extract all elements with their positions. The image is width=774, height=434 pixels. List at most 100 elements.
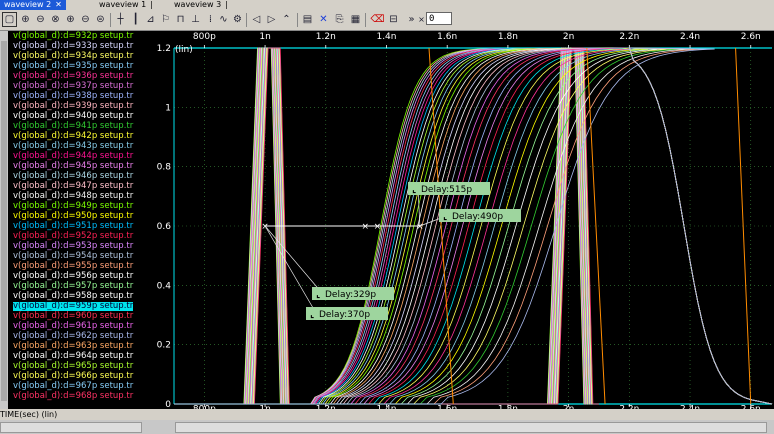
tab-close-icon: | <box>150 0 153 9</box>
signal-item[interactable]: v(global_d):d=965p setup.tr <box>13 362 133 371</box>
zoom-out-icon[interactable]: ⊖ <box>33 12 48 27</box>
signal-item[interactable]: v(global_d):d=968p setup.tr <box>13 392 133 401</box>
signal-item[interactable]: v(global_d):d=933p setup.tr <box>13 42 133 51</box>
signal-item[interactable]: v(global_d):d=959p setup.tr <box>13 302 134 311</box>
signal-item[interactable]: v(global_d):d=956p setup.tr <box>13 272 133 281</box>
panel-icon[interactable]: ▤ <box>300 12 315 27</box>
signal-item[interactable]: v(global_d):d=948p setup.tr <box>13 192 133 201</box>
signal-item[interactable]: v(global_d):d=939p setup.tr <box>13 102 133 111</box>
copy-icon[interactable]: ⎘ <box>332 12 347 27</box>
delay-label: Delay:370p <box>319 310 370 320</box>
zoom-input[interactable]: 0 <box>426 12 452 25</box>
tab-waveview-3[interactable]: waveview 3 | <box>170 0 232 10</box>
signal-item[interactable]: v(global_d):d=944p setup.tr <box>13 152 133 161</box>
zoom-fit-icon[interactable]: ▢ <box>2 12 17 27</box>
signal-item[interactable]: v(global_d):d=946p setup.tr <box>13 172 133 181</box>
tab-label: waveview 1 <box>99 0 147 9</box>
toolbar-separator <box>110 13 111 27</box>
signal-item[interactable]: v(global_d):d=952p setup.tr <box>13 232 133 241</box>
tab-label: waveview 2 <box>4 0 52 9</box>
signal-item[interactable]: v(global_d):d=951p setup.tr <box>13 222 133 231</box>
tab-waveview-2[interactable]: waveview 2 ✕ <box>0 0 66 10</box>
wave-icon[interactable]: ∿ <box>216 12 231 27</box>
marker-icon[interactable]: ⊿ <box>143 12 158 27</box>
toolbar: ▢ ⊕ ⊖ ⊗ ⊕ ⊖ ⊜ ┼ ┃ ⊿ ⚐ ⊓ ⊥ ⁞ ∿ ⚙ ◁ ▷ ⌃ ▤ … <box>0 10 774 31</box>
tab-close-icon: | <box>225 0 228 9</box>
signal-item[interactable]: v(global_d):d=938p setup.tr <box>13 92 133 101</box>
tab-waveview-1[interactable]: waveview 1 | <box>95 0 157 10</box>
signal-item[interactable]: v(global_d):d=937p setup.tr <box>13 82 133 91</box>
waveform-plot[interactable]: 800p800p1n1n1.2n1.2n1.4n1.4n1.6n1.6n1.8n… <box>152 31 774 409</box>
signal-item[interactable]: v(global_d):d=953p setup.tr <box>13 242 133 251</box>
y-unit-label: (lin) <box>175 45 193 55</box>
signal-list-scrollbar[interactable] <box>0 31 8 409</box>
zoom-reset-icon[interactable]: ⊜ <box>93 12 108 27</box>
y-tick-label: 0.4 <box>157 281 172 291</box>
signal-item[interactable]: v(global_d):d=963p setup.tr <box>13 342 133 351</box>
delay-marker-x: × <box>374 222 382 232</box>
signal-item[interactable]: v(global_d):d=943p setup.tr <box>13 142 133 151</box>
signal-item[interactable]: v(global_d):d=960p setup.tr <box>13 312 133 321</box>
right-arrow-icon[interactable]: ▷ <box>264 12 279 27</box>
zoom-area-icon[interactable]: ⊗ <box>48 12 63 27</box>
signal-item[interactable]: v(global_d):d=966p setup.tr <box>13 372 133 381</box>
x-tick-label-top: 1.8n <box>498 32 518 42</box>
crosshair-icon[interactable]: ┼ <box>113 12 128 27</box>
scrollbar-thumb-main[interactable] <box>175 422 767 433</box>
flag-icon[interactable]: ⚐ <box>158 12 173 27</box>
zoom-x-icon[interactable]: ⊕ <box>63 12 78 27</box>
paste-icon[interactable]: ▦ <box>348 12 363 27</box>
scrollbar-thumb[interactable] <box>0 422 142 433</box>
signal-item[interactable]: v(global_d):d=967p setup.tr <box>13 382 133 391</box>
signal-item[interactable]: v(global_d):d=964p setup.tr <box>13 352 133 361</box>
signal-item[interactable]: v(global_d):d=949p setup.tr <box>13 202 133 211</box>
zoom-in-icon[interactable]: ⊕ <box>18 12 33 27</box>
y-tick-label: 1.2 <box>157 44 171 54</box>
signal-item[interactable]: v(global_d):d=941p setup.tr <box>13 122 133 131</box>
signal-list: v(global_d):d=932p setup.tr v(global_d):d… <box>0 31 152 409</box>
delete-x-icon[interactable]: ✕ <box>316 12 331 27</box>
scrollbar-thumb[interactable] <box>1 41 7 401</box>
delay-label-icon: ⌞ <box>412 185 416 195</box>
signal-item[interactable]: v(global_d):d=947p setup.tr <box>13 182 133 191</box>
tab-close-icon[interactable]: ✕ <box>55 0 62 9</box>
edge-icon[interactable]: ⊓ <box>173 12 188 27</box>
y-tick-label: 0.8 <box>157 163 172 173</box>
delay-label-icon: ⌞ <box>443 212 447 222</box>
x-tick-label-top: 1.2n <box>316 32 336 42</box>
signal-item[interactable]: v(global_d):d=958p setup.tr <box>13 292 133 301</box>
signal-item[interactable]: v(global_d):d=954p setup.tr <box>13 252 133 261</box>
y-tick-label: 1 <box>165 103 171 113</box>
signal-item[interactable]: v(global_d):d=962p setup.tr <box>13 332 133 341</box>
delay-label: Delay:490p <box>452 212 503 222</box>
tab-label: waveview 3 <box>174 0 222 9</box>
signal-item[interactable]: v(global_d):d=961p setup.tr <box>13 322 133 331</box>
signal-item[interactable]: v(global_d):d=940p setup.tr <box>13 112 133 121</box>
signal-item[interactable]: v(global_d):d=957p setup.tr <box>13 282 133 291</box>
table-icon[interactable]: ⊟ <box>386 12 401 27</box>
y-tick-label: 0.6 <box>157 222 172 232</box>
delay-label-icon: ⌞ <box>310 310 314 320</box>
waveform-chart[interactable]: 800p800p1n1n1.2n1.2n1.4n1.4n1.6n1.6n1.8n… <box>152 31 774 409</box>
signal-item[interactable]: v(global_d):d=942p setup.tr <box>13 132 133 141</box>
signal-item[interactable]: v(global_d):d=945p setup.tr <box>13 162 133 171</box>
signal-item[interactable]: v(global_d):d=932p setup.tr <box>13 32 133 41</box>
signal-item[interactable]: v(global_d):d=950p setup.tr <box>13 212 133 221</box>
signal-item[interactable]: v(global_d):d=935p setup.tr <box>13 62 133 71</box>
horizontal-scrollbar[interactable] <box>0 420 774 434</box>
vertical-cursor-icon[interactable]: ┃ <box>128 12 143 27</box>
signal-item[interactable]: v(global_d):d=955p setup.tr <box>13 262 133 271</box>
toolbar-separator <box>365 13 366 27</box>
x-tick-label-top: 2n <box>563 32 574 42</box>
zoom-y-icon[interactable]: ⊖ <box>78 12 93 27</box>
left-arrow-icon[interactable]: ◁ <box>249 12 264 27</box>
rise-icon[interactable]: ⌃ <box>279 12 294 27</box>
eraser-icon[interactable]: ⌫ <box>370 12 385 27</box>
pulse-icon[interactable]: ⊥ <box>188 12 203 27</box>
x-tick-label-top: 1.6n <box>437 32 457 42</box>
signal-item[interactable]: v(global_d):d=934p setup.tr <box>13 52 133 61</box>
toolbar-separator <box>297 13 298 27</box>
measure-icon[interactable]: ⚙ <box>230 12 245 27</box>
x-tick-label-top: 800p <box>193 32 216 42</box>
signal-item[interactable]: v(global_d):d=936p setup.tr <box>13 72 133 81</box>
